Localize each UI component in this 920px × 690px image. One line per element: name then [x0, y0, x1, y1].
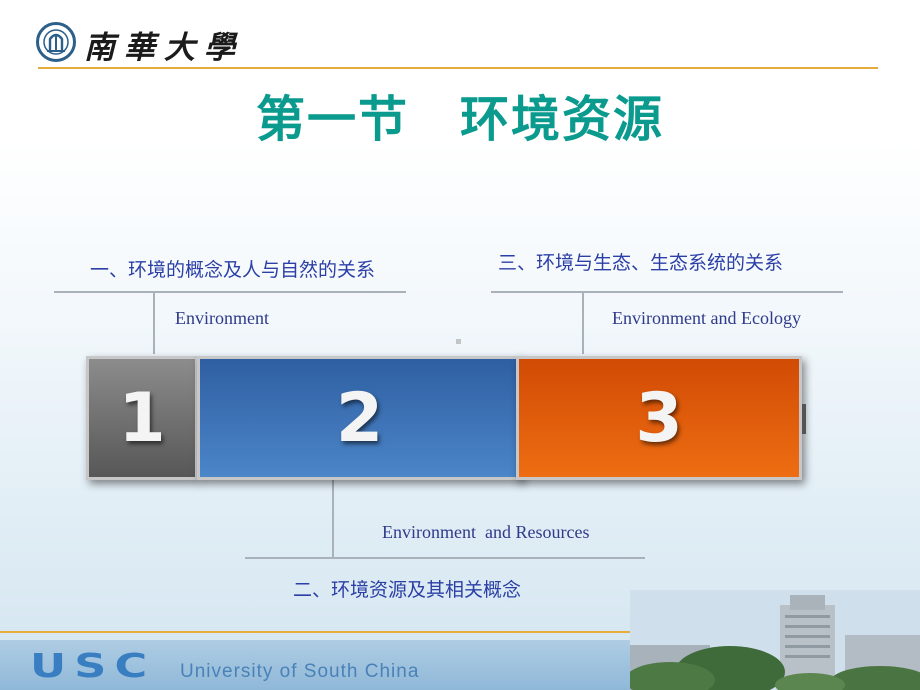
item-3-chinese-label: 三、环境与生态、生态系统的关系 — [498, 252, 784, 274]
item-1-chinese-label: 一、环境的概念及人与自然的关系 — [90, 259, 376, 281]
header-divider — [38, 67, 878, 69]
item-2-english-label: Environment and Resources — [382, 522, 590, 542]
connector-top-right-v — [582, 291, 584, 354]
block-2-number: 2 — [335, 378, 384, 458]
connector-bottom-h — [245, 557, 645, 559]
item-1-english-label: Environment — [175, 308, 269, 328]
campus-photo — [630, 590, 920, 690]
block-3-edge — [802, 404, 806, 434]
connector-top-left-v — [153, 291, 155, 354]
block-2[interactable]: 2 — [197, 356, 522, 480]
block-1-number: 1 — [118, 378, 166, 458]
university-emblem-icon — [36, 22, 76, 62]
block-3-number: 3 — [635, 378, 683, 458]
connector-top-left-h — [54, 291, 406, 293]
footer-abbreviation: USC — [30, 646, 156, 685]
decorative-dot — [456, 339, 461, 344]
university-name: 南華大學 — [84, 30, 244, 66]
connector-top-right-h — [491, 291, 843, 293]
block-1[interactable]: 1 — [86, 356, 198, 480]
slide-title: 第一节 环境资源 — [255, 91, 664, 148]
connector-bottom-v — [332, 480, 334, 558]
footer-university-name: University of South China — [180, 661, 420, 682]
block-3[interactable]: 3 — [516, 356, 802, 480]
item-3-english-label: Environment and Ecology — [612, 308, 801, 328]
item-2-chinese-label: 二、环境资源及其相关概念 — [293, 579, 522, 601]
